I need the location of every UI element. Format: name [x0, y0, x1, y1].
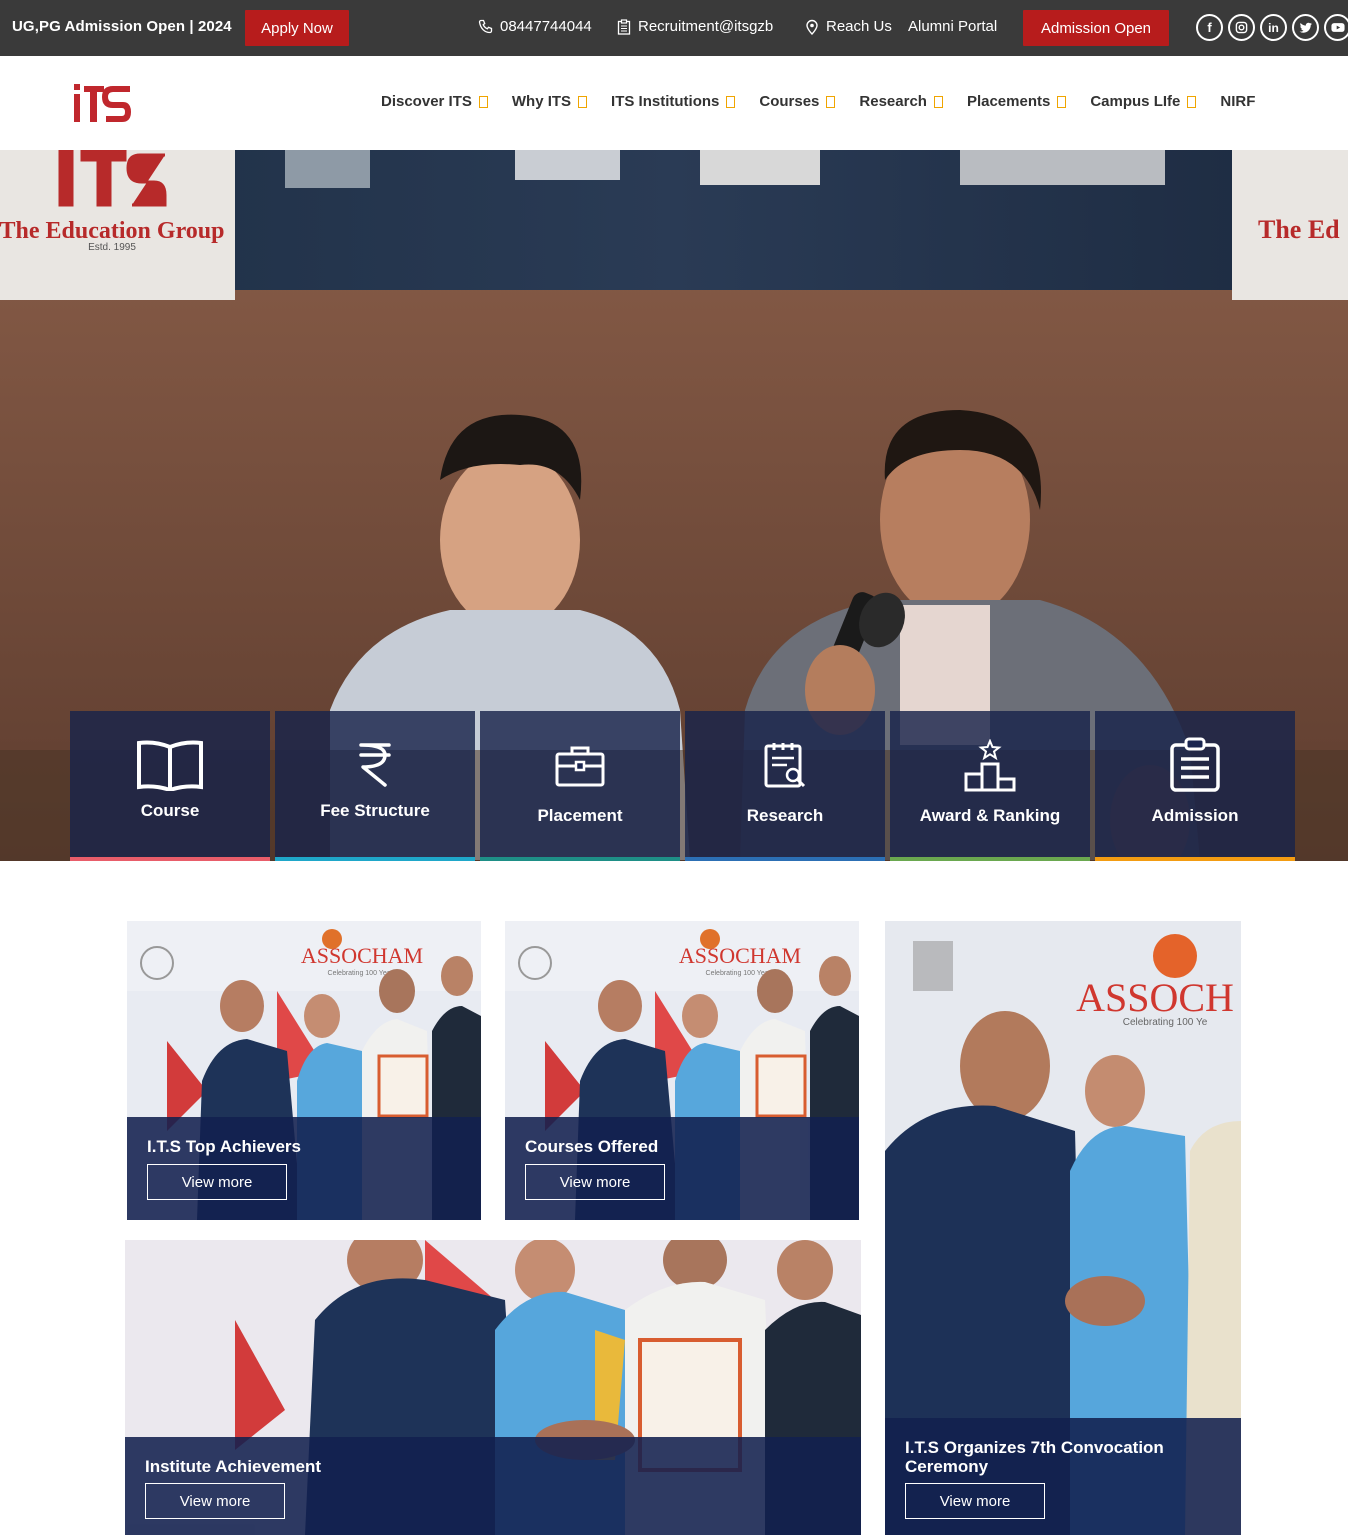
phone-link[interactable]: 08447744044 [478, 18, 592, 35]
quick-links: Course Fee Structure Placement Research … [70, 711, 1295, 861]
email-text: Recruitment@itsgzb [638, 18, 774, 35]
card-title: I.T.S Organizes 7th Convocation Ceremony [905, 1438, 1164, 1476]
reach-us-link[interactable]: Reach Us [804, 18, 892, 35]
tile-admission[interactable]: Admission [1095, 711, 1295, 861]
clipboard-icon [1170, 737, 1220, 792]
card-overlay: Courses Offered View more [505, 1117, 859, 1220]
tile-label: Admission [1151, 806, 1239, 825]
rupee-icon [359, 743, 391, 787]
location-pin-icon [806, 19, 818, 35]
assocham-sub: Celebrating 100 Ye [1123, 1017, 1208, 1028]
top-bar: UG,PG Admission Open | 2024 Apply Now 08… [0, 0, 1348, 56]
assocham-text: ASSOCH [1076, 975, 1234, 1020]
alumni-portal-link[interactable]: Alumni Portal [908, 18, 997, 35]
admission-tagline: UG,PG Admission Open | 2024 [12, 18, 232, 35]
youtube-icon[interactable] [1324, 14, 1348, 41]
its-logo[interactable] [70, 78, 134, 128]
view-more-button[interactable]: View more [145, 1483, 285, 1519]
research-icon [764, 743, 806, 788]
card-top-achievers[interactable]: ASSOCHAM Celebrating 100 Years I.T.S Top… [127, 921, 481, 1220]
card-title: I.T.S Top Achievers [147, 1137, 301, 1156]
clipboard-icon [617, 18, 631, 35]
card-overlay: I.T.S Top Achievers View more [127, 1117, 481, 1220]
reach-us-label: Reach Us [826, 18, 892, 35]
tile-accent-bar [480, 857, 680, 861]
tile-label: Course [140, 801, 200, 820]
award-icon [964, 739, 1016, 792]
phone-number: 08447744044 [500, 18, 592, 35]
card-courses-offered[interactable]: ASSOCHAM Celebrating 100 Years Courses O… [505, 921, 859, 1220]
email-link[interactable]: Recruitment@itsgzb [616, 18, 773, 35]
chevron-down-icon [726, 95, 736, 108]
chevron-down-icon [1057, 95, 1067, 108]
banner-line2: Estd. 1995 [88, 242, 136, 253]
nav-placements[interactable]: Placements [967, 93, 1067, 110]
tile-accent-bar [1095, 857, 1295, 861]
phone-icon [478, 19, 493, 33]
chevron-down-icon [933, 95, 943, 108]
nav-research[interactable]: Research [859, 93, 943, 110]
main-nav: Discover ITS Why ITS ITS Institutions Co… [381, 93, 1255, 110]
tile-accent-bar [70, 857, 270, 861]
nav-why-its[interactable]: Why ITS [512, 93, 588, 110]
assocham-text: ASSOCHAM [679, 943, 801, 968]
book-icon [137, 740, 203, 791]
tile-accent-bar [275, 857, 475, 861]
view-more-button[interactable]: View more [525, 1164, 665, 1200]
chevron-down-icon [578, 95, 588, 108]
card-convocation[interactable]: ASSOCH Celebrating 100 Ye I.T.S Organize… [885, 921, 1241, 1535]
tile-fee-structure[interactable]: Fee Structure [275, 711, 475, 861]
nav-nirf[interactable]: NIRF [1220, 93, 1255, 110]
card-overlay: I.T.S Organizes 7th Convocation Ceremony… [885, 1418, 1241, 1535]
tile-label: Fee Structure [320, 801, 430, 820]
chevron-down-icon [478, 95, 488, 108]
assocham-text: ASSOCHAM [301, 943, 423, 968]
main-header: Discover ITS Why ITS ITS Institutions Co… [0, 56, 1348, 150]
banner-right: The Ed [1258, 215, 1340, 244]
tile-course[interactable]: Course [70, 711, 270, 861]
tile-placement[interactable]: Placement [480, 711, 680, 861]
linkedin-icon[interactable]: in [1260, 14, 1287, 41]
social-links: f in [1196, 14, 1348, 41]
card-institute-achievement[interactable]: Institute Achievement View more [125, 1240, 861, 1535]
facebook-icon[interactable]: f [1196, 14, 1223, 41]
chevron-down-icon [1187, 95, 1197, 108]
nav-courses[interactable]: Courses [759, 93, 836, 110]
briefcase-icon [555, 746, 605, 787]
twitter-icon[interactable] [1292, 14, 1319, 41]
card-overlay: Institute Achievement View more [125, 1437, 861, 1535]
card-title: Courses Offered [525, 1137, 659, 1156]
nav-its-institutions[interactable]: ITS Institutions [611, 93, 736, 110]
hero-banner: The Education Group Estd. 1995 The Ed Co… [0, 150, 1348, 861]
chevron-down-icon [826, 95, 836, 108]
tile-award-ranking[interactable]: Award & Ranking [890, 711, 1090, 861]
tile-accent-bar [890, 857, 1090, 861]
view-more-button[interactable]: View more [905, 1483, 1045, 1519]
tile-label: Placement [537, 806, 623, 825]
tile-research[interactable]: Research [685, 711, 885, 861]
apply-now-button[interactable]: Apply Now [245, 10, 349, 46]
tile-label: Award & Ranking [919, 806, 1061, 825]
nav-discover-its[interactable]: Discover ITS [381, 93, 488, 110]
tile-label: Research [746, 806, 824, 825]
admission-open-button[interactable]: Admission Open [1023, 10, 1169, 46]
tile-accent-bar [685, 857, 885, 861]
nav-campus-life[interactable]: Campus LIfe [1090, 93, 1197, 110]
view-more-button[interactable]: View more [147, 1164, 287, 1200]
card-title: Institute Achievement [145, 1457, 322, 1476]
instagram-icon[interactable] [1228, 14, 1255, 41]
banner-line1: The Education Group [0, 218, 224, 244]
